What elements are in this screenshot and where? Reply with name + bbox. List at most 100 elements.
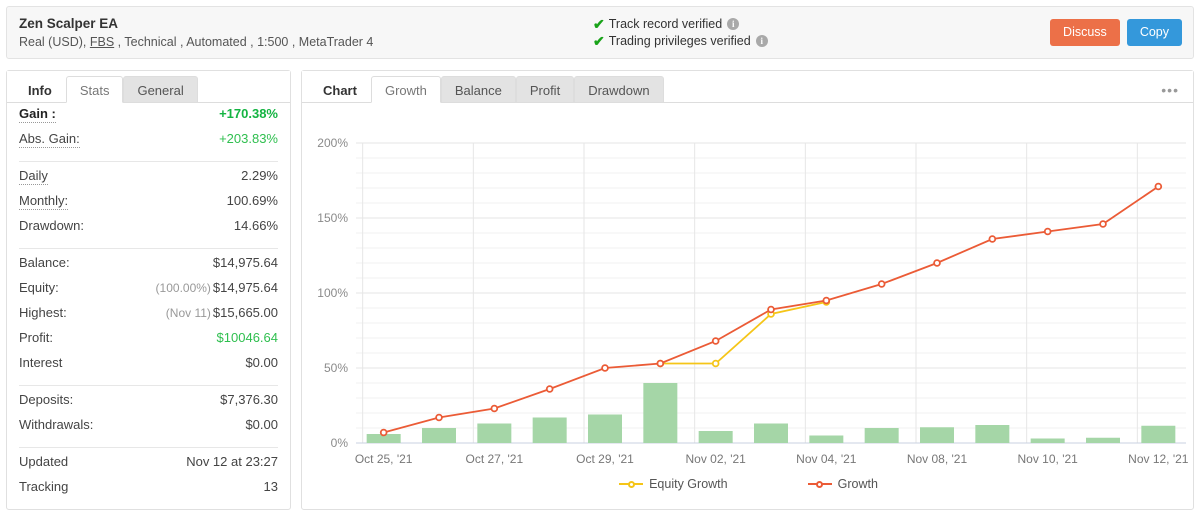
legend-label: Equity Growth xyxy=(649,477,728,491)
x-axis-tick-label: Oct 25, '21 xyxy=(355,452,413,466)
chart-bar xyxy=(1086,437,1120,443)
legend-item-growth[interactable]: Growth xyxy=(807,477,878,491)
tab-growth[interactable]: Growth xyxy=(370,76,441,103)
account-attributes: , Technical , Automated , 1:500 , MetaTr… xyxy=(117,34,374,49)
growth-chart: 0% 50% 100% 150% 200% Oct 25, '21 Oct 27, '21 O… xyxy=(302,103,1195,509)
stats-row: Updated Nov 12 at 23:27 xyxy=(19,454,278,479)
sidebar-tabbar: Info Stats General xyxy=(7,71,290,103)
stats-row-value: $14,975.64 xyxy=(212,255,278,270)
chart-point xyxy=(767,305,775,314)
stats-panel: Info Stats General Gain : +170.38% Abs. Ga… xyxy=(6,70,291,510)
legend-label: Growth xyxy=(837,477,878,491)
stats-row-value: $0.00 xyxy=(245,355,278,370)
y-axis-tick-label: 100% xyxy=(317,286,348,300)
growth-chart-svg: 0% 50% 100% 150% 200% Oct 25, '21 Oct 27, '21 O… xyxy=(317,136,1189,466)
tab-balance[interactable]: Balance xyxy=(440,76,516,103)
chart-bar xyxy=(532,417,567,443)
x-axis-tick-label: Nov 02, '21 xyxy=(686,452,747,466)
stats-row-label: Withdrawals: xyxy=(19,417,94,432)
tab-stats[interactable]: Stats xyxy=(65,76,124,103)
chart-bar xyxy=(1030,438,1065,443)
x-axis-tick-label: Oct 27, '21 xyxy=(466,452,524,466)
chart-point xyxy=(490,404,499,413)
chart-legend: Equity Growth Growth xyxy=(302,477,1195,491)
chart-panel: Chart Growth Balance Profit Drawdown •••… xyxy=(301,70,1194,510)
stats-row-value: (Nov 11) $15,665.00 xyxy=(165,305,278,320)
discuss-button[interactable]: Discuss xyxy=(1050,19,1120,46)
info-icon[interactable]: i xyxy=(727,18,740,30)
chart-tabbar: Chart Growth Balance Profit Drawdown ••• xyxy=(302,71,1193,103)
chart-point xyxy=(435,413,443,422)
stats-divider xyxy=(19,385,278,386)
chart-bar xyxy=(422,428,456,443)
chart-bar xyxy=(754,423,788,443)
x-axis-tick-label: Nov 04, '21 xyxy=(796,452,857,466)
verification-trading-privileges: ✔ Trading privileges verified i xyxy=(593,33,1033,50)
stats-row: Withdrawals: $0.00 xyxy=(19,417,278,442)
x-axis-tick-label: Oct 29, '21 xyxy=(576,452,634,466)
chart-bar xyxy=(1141,425,1176,443)
header-actions: Discuss Copy xyxy=(1033,19,1193,46)
legend-item-equity-growth[interactable]: Equity Growth xyxy=(619,477,728,491)
chart-bar xyxy=(698,431,733,443)
stats-row: Monthly: 100.69% xyxy=(19,193,278,218)
stats-row-label[interactable]: Daily xyxy=(19,168,48,185)
tab-chart[interactable]: Chart xyxy=(309,76,371,103)
stats-row-label: Interest xyxy=(19,355,63,370)
info-icon[interactable]: i xyxy=(755,35,768,47)
stats-divider xyxy=(19,248,278,249)
stats-divider xyxy=(19,447,278,448)
chart-point xyxy=(822,296,831,305)
tab-profit[interactable]: Profit xyxy=(515,76,575,103)
stats-row-label: Highest: xyxy=(19,305,67,320)
stats-row-value: 2.29% xyxy=(241,168,278,183)
check-icon: ✔ xyxy=(593,16,605,32)
stats-row-label: Balance: xyxy=(19,255,70,270)
chart-bar xyxy=(975,425,1010,443)
tab-drawdown[interactable]: Drawdown xyxy=(574,76,664,103)
account-meta: Real (USD), FBS , Technical , Automated … xyxy=(19,33,567,51)
tab-general[interactable]: General xyxy=(123,76,198,103)
legend-marker-growth xyxy=(807,479,832,489)
broker-link[interactable]: FBS xyxy=(90,35,114,49)
stats-row-label[interactable]: Abs. Gain: xyxy=(19,131,80,148)
stats-row-value: (100.00%) $14,975.64 xyxy=(155,280,278,295)
stats-divider xyxy=(19,161,278,162)
chart-point xyxy=(1154,182,1163,191)
chart-bar xyxy=(588,414,622,443)
copy-button[interactable]: Copy xyxy=(1126,19,1182,46)
stats-row: Tracking 13 xyxy=(19,479,278,504)
stats-row: Balance: $14,975.64 xyxy=(19,255,278,280)
tab-info[interactable]: Info xyxy=(14,76,66,103)
stats-row-value: 14.66% xyxy=(233,218,278,233)
stats-row-value: $0.00 xyxy=(245,417,278,432)
stats-row: Profit: $10046.64 xyxy=(19,330,278,355)
chart-point xyxy=(988,235,997,243)
chart-point xyxy=(545,385,554,393)
stats-row-label[interactable]: Monthly: xyxy=(19,193,69,210)
verification-label: Trading privileges verified xyxy=(608,33,751,48)
stats-row-value: +203.83% xyxy=(219,131,278,146)
stats-row: Deposits: $7,376.30 xyxy=(19,392,278,417)
chart-bar xyxy=(864,428,899,443)
chart-bar xyxy=(477,423,512,443)
chart-point xyxy=(711,337,720,345)
stats-row-label: Equity: xyxy=(19,280,59,295)
check-icon: ✔ xyxy=(593,33,605,49)
stats-row: Daily 2.29% xyxy=(19,168,278,193)
y-axis-tick-label: 0% xyxy=(331,436,349,450)
stats-row-label: Profit: xyxy=(19,330,53,345)
stats-list: Gain : +170.38% Abs. Gain: +203.83% Daily 2.2… xyxy=(7,103,290,504)
stats-row-value: Nov 12 at 23:27 xyxy=(186,454,278,469)
chart-bar xyxy=(809,435,844,443)
chart-bar xyxy=(643,383,678,443)
account-identity: Zen Scalper EA Real (USD), FBS , Technic… xyxy=(7,15,567,51)
stats-row: Abs. Gain: +203.83% xyxy=(19,131,278,156)
chart-point xyxy=(379,428,388,437)
stats-row-value-prefix: (Nov 11) xyxy=(165,306,211,320)
verification-label: Track record verified xyxy=(608,16,723,31)
ellipsis-icon[interactable]: ••• xyxy=(1161,82,1193,102)
legend-marker-equity-growth xyxy=(619,479,644,489)
stats-row-label[interactable]: Gain : xyxy=(19,106,56,123)
chart-bar xyxy=(920,427,954,443)
